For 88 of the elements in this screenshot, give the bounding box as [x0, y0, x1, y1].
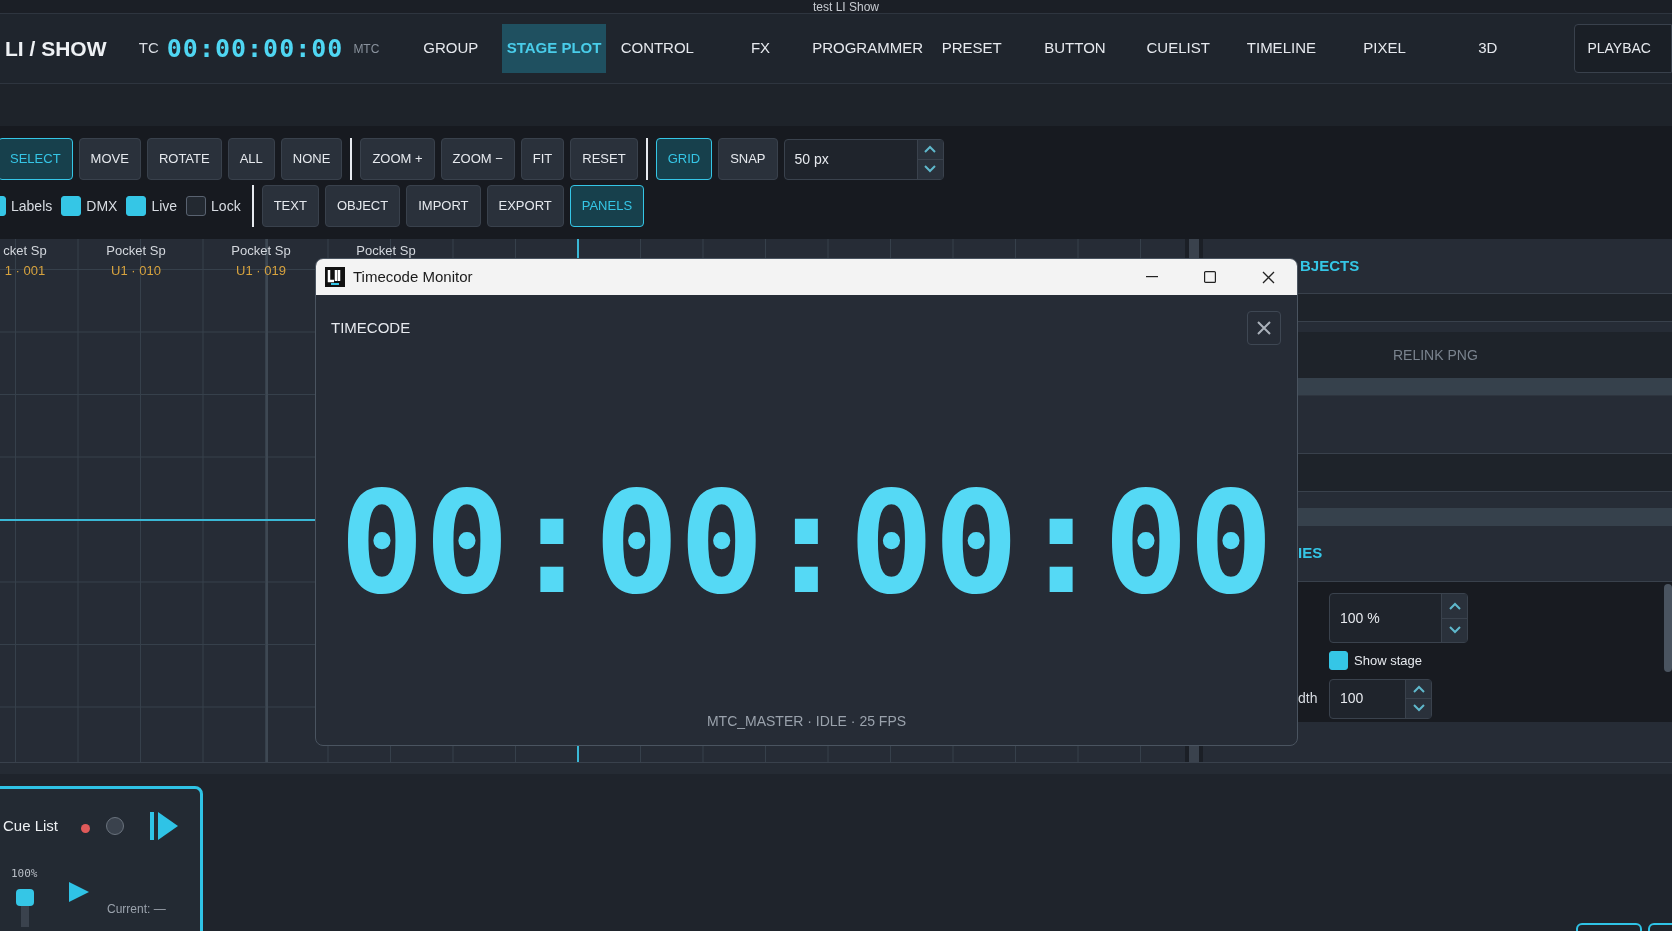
toolbar-button[interactable]: ALL — [227, 138, 275, 180]
toolbar-button[interactable]: PANELS — [569, 185, 645, 227]
decrement-button[interactable] — [1442, 618, 1467, 642]
cue-list-title: Cue List — [3, 816, 59, 836]
chevron-down-icon — [1412, 704, 1425, 713]
spin-field[interactable]: 100 % — [1329, 593, 1468, 643]
checkbox[interactable] — [126, 196, 147, 216]
nav-tab[interactable]: 3D — [1436, 24, 1540, 73]
increment-button[interactable] — [1406, 679, 1431, 699]
nav-tab[interactable]: BUTTON — [1023, 24, 1127, 73]
tc-source: MTC — [353, 40, 381, 58]
nav-tab[interactable]: CONTROL — [605, 24, 709, 73]
spin-field[interactable]: 50 px — [783, 138, 944, 180]
checkbox-label: Labels — [11, 196, 53, 216]
chevron-down-icon — [924, 165, 937, 173]
spin-value: 100 — [1339, 689, 1365, 708]
fixture-address: U1 · 019 — [236, 261, 286, 280]
decrement-button[interactable] — [1406, 699, 1431, 718]
decrement-button[interactable] — [917, 159, 943, 179]
toolbar-button[interactable]: OBJECT — [324, 185, 401, 227]
checkbox-label: Live — [151, 196, 178, 216]
fixture-name: Pocket Sp — [231, 242, 291, 260]
toolbar-button[interactable]: RESET — [570, 138, 638, 180]
window-title: test LI Show — [812, 1, 879, 13]
close-icon — [1257, 321, 1271, 335]
increment-button[interactable] — [1442, 594, 1467, 619]
close-icon — [1261, 270, 1275, 284]
toolbar-button[interactable]: FIT — [520, 138, 565, 180]
scrollbar[interactable] — [1664, 584, 1672, 672]
skip-forward-icon[interactable] — [149, 811, 179, 841]
nav-tab[interactable]: FX — [708, 24, 813, 73]
nav-tab[interactable]: TIMELINE — [1229, 24, 1333, 73]
toolbar-button[interactable]: SNAP — [718, 138, 778, 180]
app-logo-icon — [325, 267, 345, 287]
checkbox[interactable] — [61, 196, 82, 216]
field-label: dth — [1298, 689, 1318, 708]
toolbar-button[interactable]: GRID — [655, 138, 713, 180]
nav-tab[interactable]: GROUP — [399, 24, 503, 73]
toolbar-button[interactable]: TEXT — [261, 185, 319, 227]
toolbar-button[interactable]: ROTATE — [146, 138, 222, 180]
increment-button[interactable] — [917, 139, 943, 160]
toolbar-button[interactable]: MOVE — [78, 138, 141, 180]
fixture-name: Pocket Sp — [356, 242, 416, 260]
nav-tab[interactable]: PIXEL — [1333, 24, 1437, 73]
fixture-name: cket Sp — [3, 242, 47, 260]
status-text: MTC_MASTER · IDLE · 25 FPS — [706, 712, 907, 731]
fixture-name: Pocket Sp — [106, 242, 166, 260]
fixture-address: 1 · 001 — [4, 261, 46, 280]
nav-tab[interactable]: CUELIST — [1126, 24, 1230, 73]
spin-value: 50 px — [793, 149, 830, 169]
tc-label: TC — [138, 38, 159, 59]
toolbar-button[interactable]: ZOOM + — [360, 138, 435, 180]
level-reading: 100% — [11, 866, 38, 882]
chevron-down-icon — [1448, 626, 1461, 635]
panel-close-button[interactable] — [1247, 311, 1281, 345]
dialog-title: Timecode Monitor — [353, 266, 474, 287]
maximize-icon — [1204, 271, 1216, 283]
section-label: TIMECODE — [331, 317, 411, 338]
nav-tab[interactable]: STAGE PLOT — [502, 24, 606, 73]
toolbar-button[interactable]: SELECT — [0, 138, 73, 180]
checkbox[interactable] — [1329, 651, 1348, 671]
checkbox-label: Show stage — [1354, 652, 1422, 670]
toolbar-button[interactable]: EXPORT — [486, 185, 564, 227]
playback-button[interactable]: PLAYBAC — [1574, 24, 1672, 73]
current-cue-text: Current: — — [107, 901, 166, 918]
chevron-up-icon — [924, 145, 937, 153]
checkbox[interactable] — [186, 196, 207, 216]
header-timecode: 00:00:00:00 — [166, 32, 344, 65]
record-toggle[interactable] — [106, 817, 124, 835]
spin-value: 100 % — [1339, 608, 1381, 628]
toolbar-button[interactable]: IMPORT — [406, 185, 481, 227]
checkbox-label: Lock — [211, 196, 241, 216]
toolbar-button[interactable]: NONE — [280, 138, 343, 180]
timecode-display: 00:00:00:00 — [339, 472, 1274, 614]
toolbar-button[interactable]: ZOOM − — [440, 138, 515, 180]
panel-header: BJECTS — [1300, 255, 1360, 276]
chevron-up-icon — [1412, 684, 1425, 693]
chevron-up-icon — [1448, 601, 1461, 610]
checkbox-label: DMX — [86, 196, 118, 216]
brand-title: LI / SHOW — [5, 35, 108, 62]
play-icon[interactable] — [68, 881, 90, 903]
spin-field[interactable]: 100 — [1329, 678, 1432, 719]
nav-tab[interactable]: PROGRAMMER — [812, 24, 921, 73]
panel-header: IES — [1298, 543, 1323, 564]
fixture-address: U1 · 010 — [111, 261, 161, 280]
fader-thumb[interactable] — [16, 889, 34, 906]
minimize-icon — [1146, 276, 1158, 278]
relink-button[interactable]: RELINK PNG — [1393, 344, 1478, 366]
